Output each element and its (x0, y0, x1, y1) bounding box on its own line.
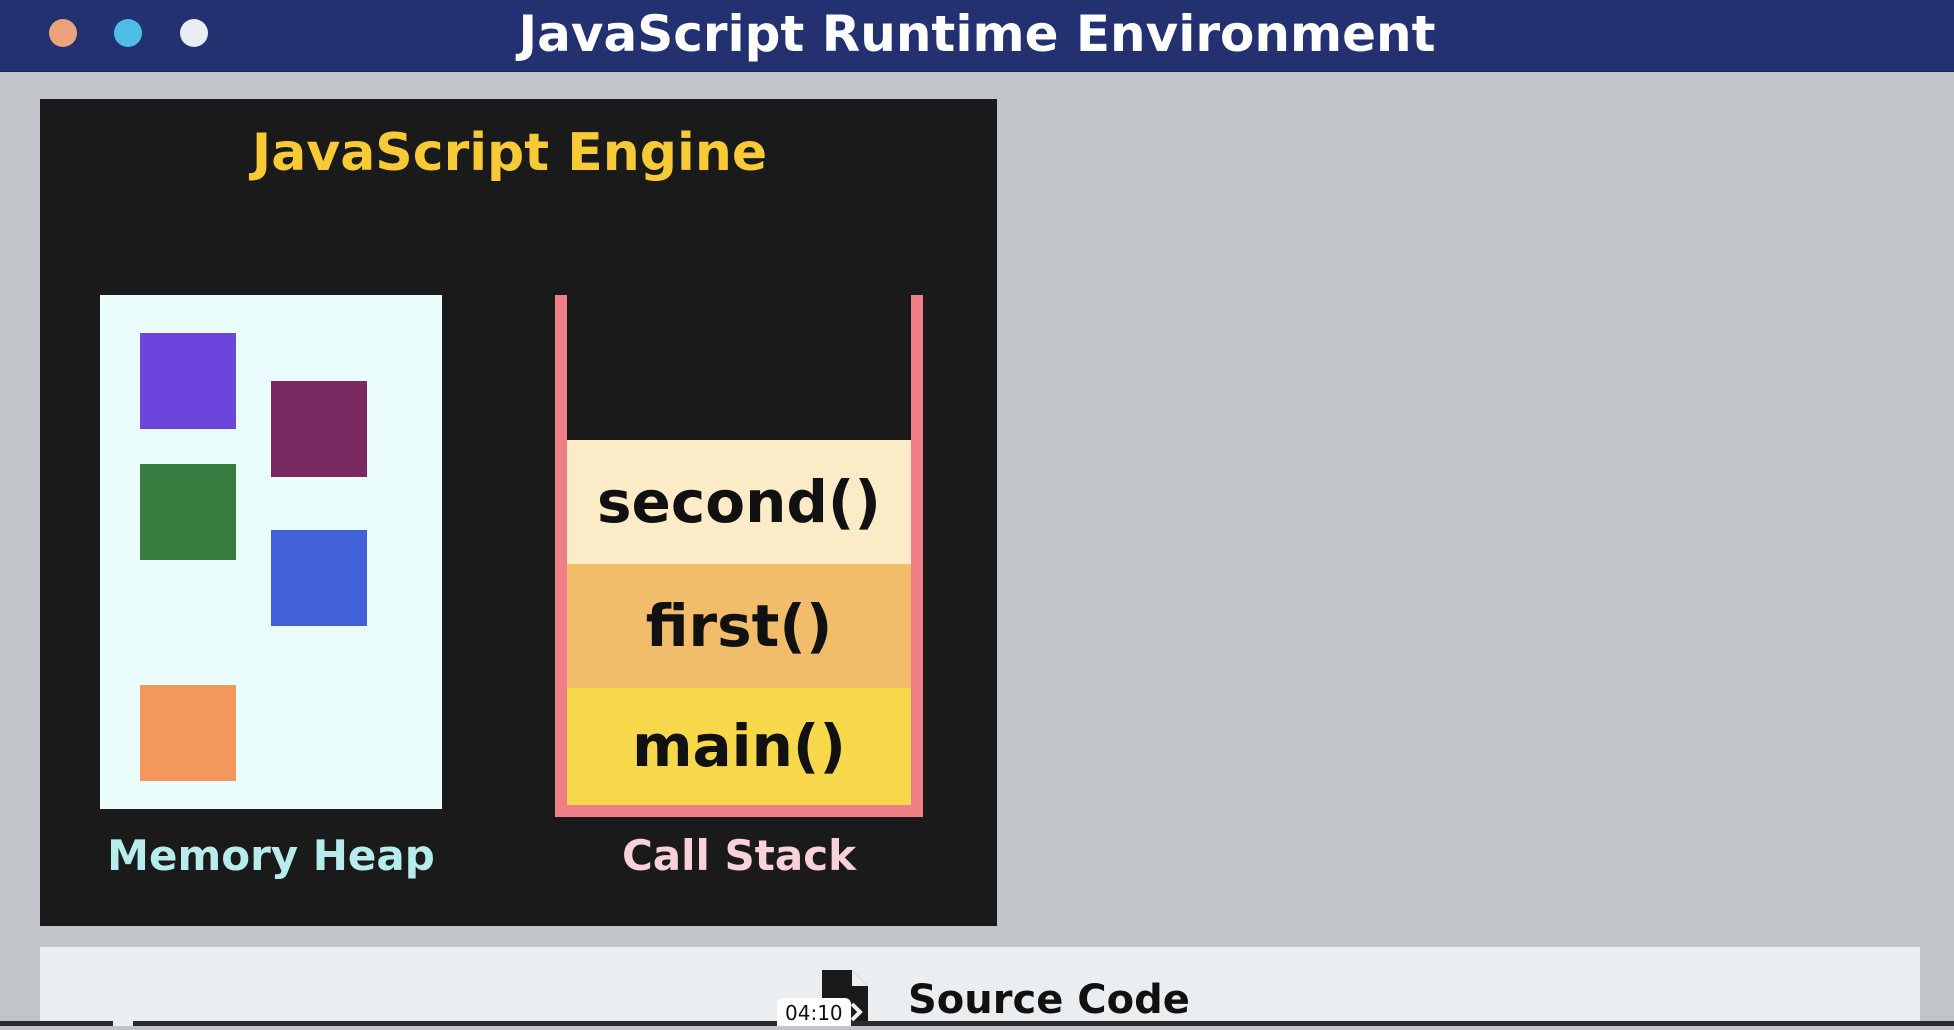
memory-heap-label: Memory Heap (107, 831, 435, 880)
heap-block (271, 530, 367, 626)
call-stack: second() first() main() (555, 295, 923, 817)
heap-block (271, 381, 367, 477)
video-progress-bar[interactable] (133, 1021, 1954, 1026)
source-code-panel: Source Code (40, 947, 1920, 1026)
javascript-engine-panel: JavaScript Engine Memory Heap second() f… (40, 99, 997, 926)
video-timestamp: 04:10 (777, 998, 851, 1026)
title-bar: JavaScript Runtime Environment (0, 0, 1954, 72)
heap-block (140, 685, 236, 781)
heap-block (140, 464, 236, 560)
stack-frame: first() (567, 564, 911, 688)
stack-frame: second() (567, 440, 911, 564)
stack-frame: main() (567, 688, 911, 805)
page-title: JavaScript Runtime Environment (518, 5, 1436, 63)
heap-block (140, 333, 236, 429)
source-code-label: Source Code (908, 977, 1190, 1023)
video-progress-left[interactable] (0, 1021, 113, 1026)
engine-title: JavaScript Engine (251, 123, 768, 183)
memory-heap (100, 295, 442, 809)
call-stack-label: Call Stack (621, 831, 857, 880)
